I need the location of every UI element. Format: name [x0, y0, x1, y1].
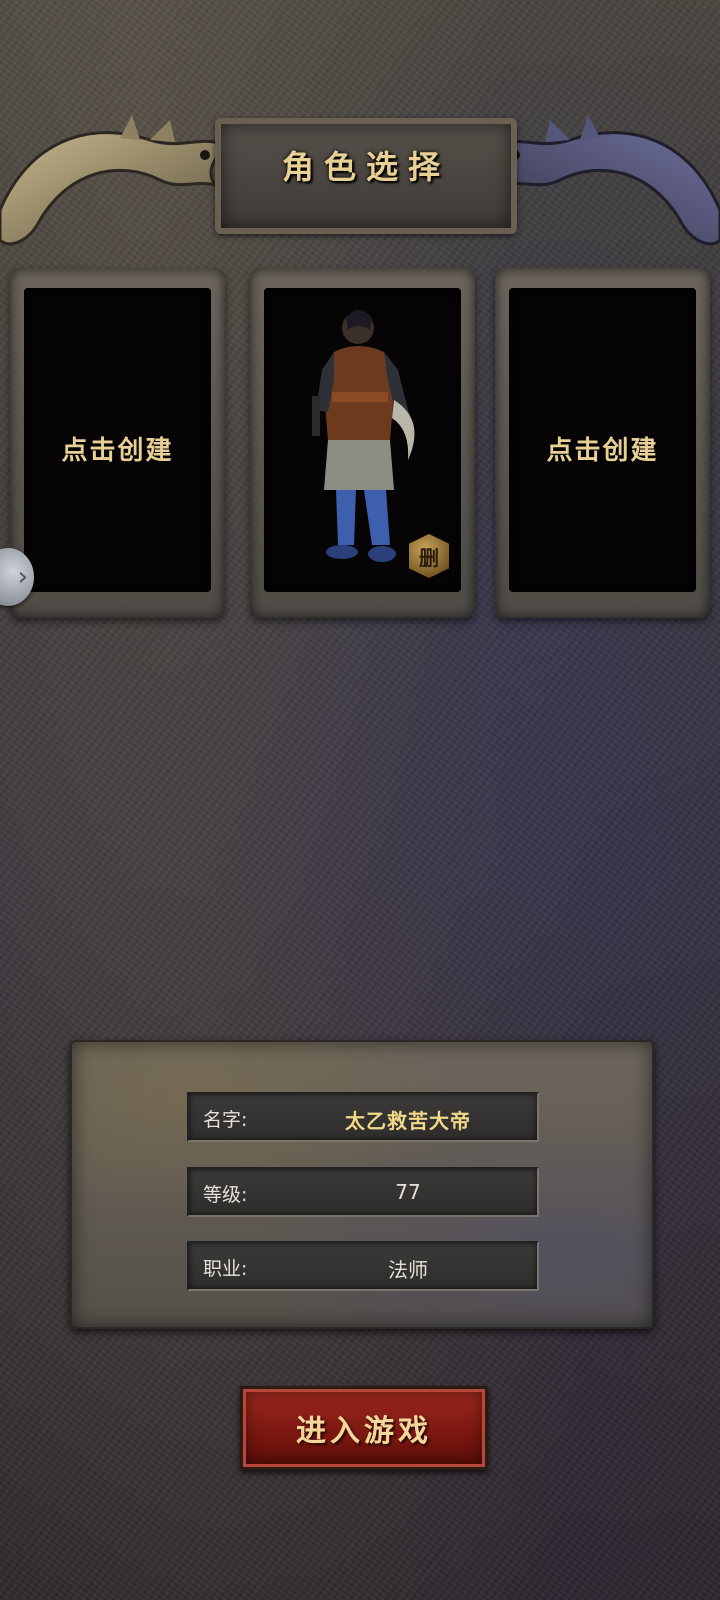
create-character-label: 点击创建 [61, 436, 174, 466]
page-title: 角色选择 [281, 148, 450, 186]
slot-window: 点击创建 [24, 288, 211, 592]
slot-window: 点击创建 [509, 288, 696, 592]
character-slot-selected[interactable]: 删 [250, 268, 475, 618]
name-row: 名字: 太乙救苦大帝 [187, 1092, 539, 1142]
character-slot-left[interactable]: 点击创建 [10, 268, 225, 618]
slot-window: 删 [264, 288, 461, 592]
create-character-label: 点击创建 [546, 436, 659, 466]
name-value: 太乙救苦大帝 [345, 1109, 471, 1133]
enter-game-button[interactable]: 进入游戏 [240, 1386, 488, 1470]
level-label: 等级: [203, 1184, 248, 1206]
class-row: 职业: 法师 [187, 1241, 539, 1291]
left-dragon-ornament [0, 115, 228, 246]
level-value: 77 [395, 1180, 421, 1204]
character-model [311, 310, 414, 562]
name-label: 名字: [203, 1109, 248, 1131]
class-value: 法师 [388, 1258, 428, 1282]
level-row: 等级: 77 [187, 1167, 539, 1217]
character-slot-right[interactable]: 点击创建 [495, 268, 710, 618]
title-plate: 角色选择 [215, 118, 517, 234]
character-info-panel: 名字: 太乙救苦大帝 等级: 77 职业: 法师 [70, 1040, 654, 1329]
class-label: 职业: [203, 1258, 248, 1280]
